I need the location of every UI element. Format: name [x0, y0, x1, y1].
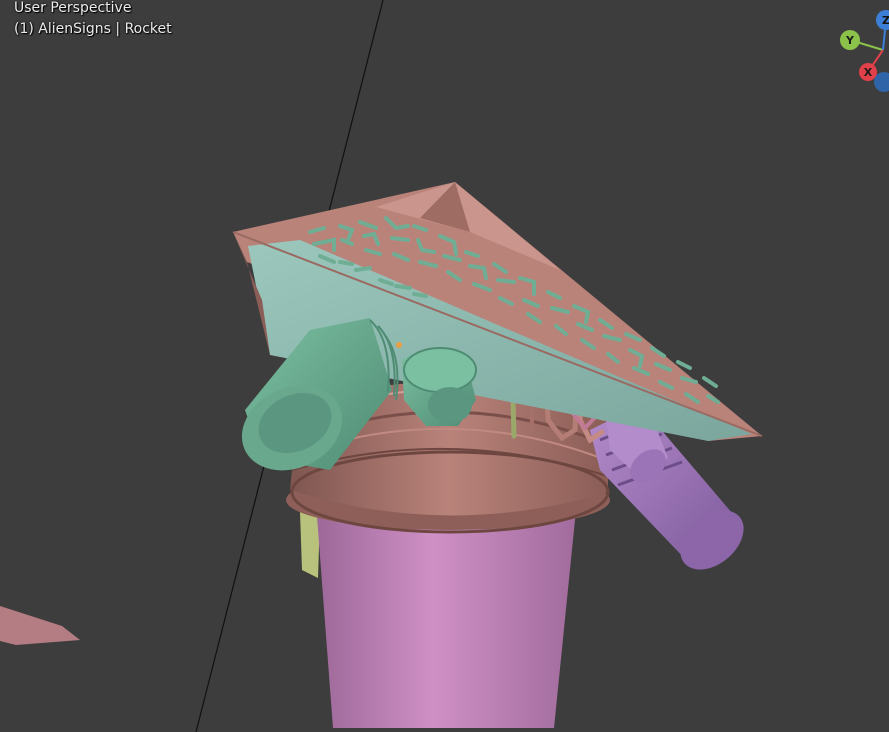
gizmo-x-label: X — [864, 66, 873, 79]
fragment-left[interactable] — [0, 606, 80, 645]
viewport-scene[interactable]: Z Y X — [0, 0, 889, 732]
fin[interactable] — [300, 512, 320, 578]
origin-point — [396, 342, 402, 348]
active-object-label: (1) AlienSigns | Rocket — [14, 21, 172, 37]
gizmo-y-label: Y — [845, 34, 855, 47]
view-name-label: User Perspective — [14, 0, 132, 16]
navigation-gizmo[interactable]: Z Y X — [840, 10, 889, 92]
3d-viewport[interactable]: Z Y X User Perspective (1) AlienSigns | … — [0, 0, 889, 732]
gizmo-z-label: Z — [882, 14, 889, 27]
